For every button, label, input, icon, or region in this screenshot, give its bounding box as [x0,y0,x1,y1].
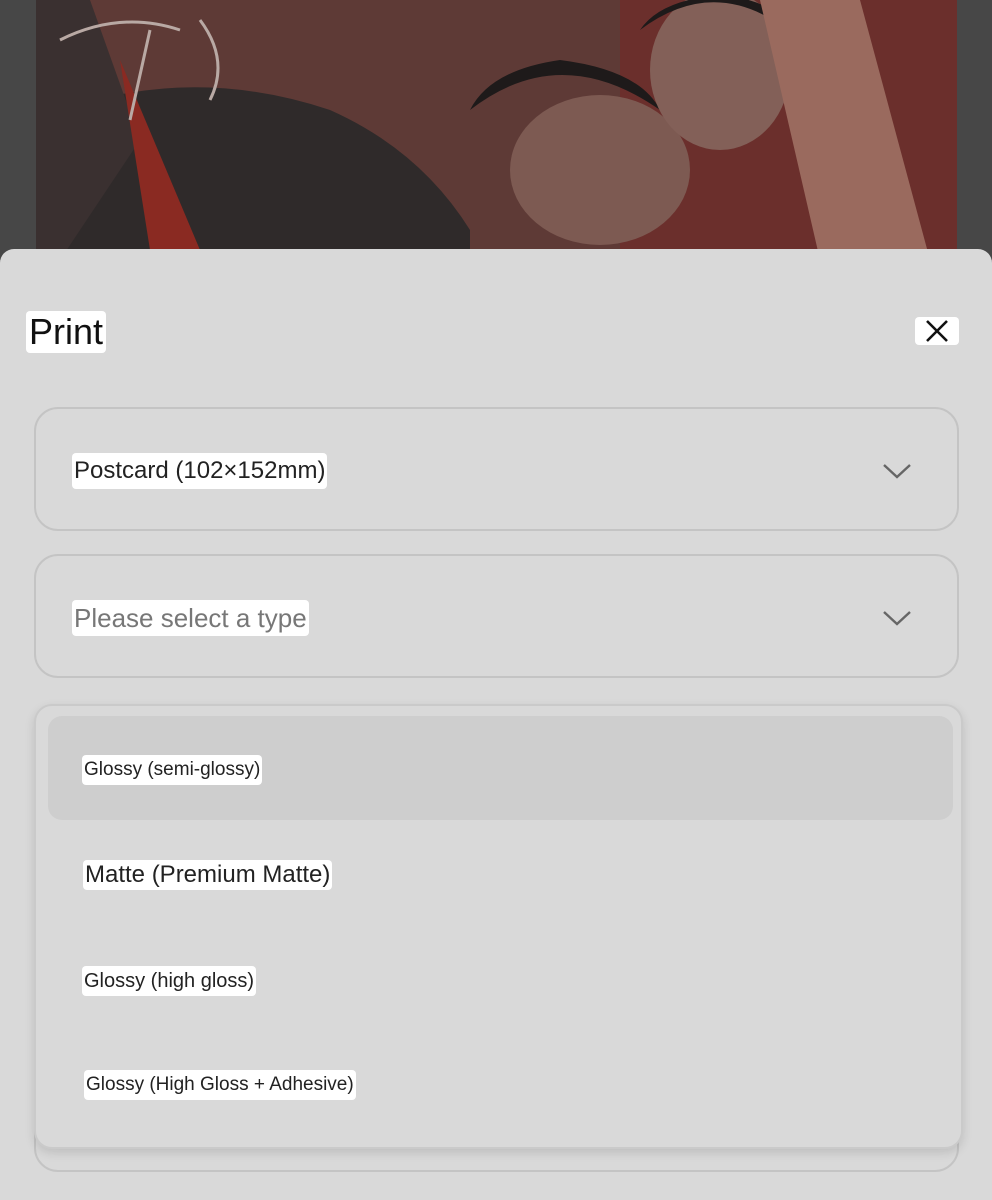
size-select-value: Postcard (102×152mm) [72,453,328,489]
chevron-down-icon [883,464,911,479]
close-button[interactable] [915,317,959,345]
option-label: Matte (Premium Matte) [83,860,333,890]
chevron-down-icon [883,611,911,626]
option-high-gloss-adhesive[interactable]: Glossy (High Gloss + Adhesive) [48,1028,953,1132]
option-label: Glossy (semi-glossy) [82,755,263,785]
sheet-title: Print [26,311,107,353]
size-select[interactable]: Postcard (102×152mm) [34,407,959,531]
option-semi-glossy[interactable]: Glossy (semi-glossy) [48,716,953,820]
type-select-placeholder: Please select a type [72,600,309,636]
option-label: Glossy (High Gloss + Adhesive) [84,1070,356,1100]
option-premium-matte[interactable]: Matte (Premium Matte) [48,820,953,924]
artwork-background [0,0,992,260]
close-icon [926,320,948,342]
option-label: Glossy (high gloss) [82,966,257,996]
type-dropdown-list: Glossy (semi-glossy) Matte (Premium Matt… [34,704,963,1149]
artwork-illustration [0,0,992,260]
option-high-gloss[interactable]: Glossy (high gloss) [48,924,953,1028]
type-select[interactable]: Please select a type [34,554,959,678]
